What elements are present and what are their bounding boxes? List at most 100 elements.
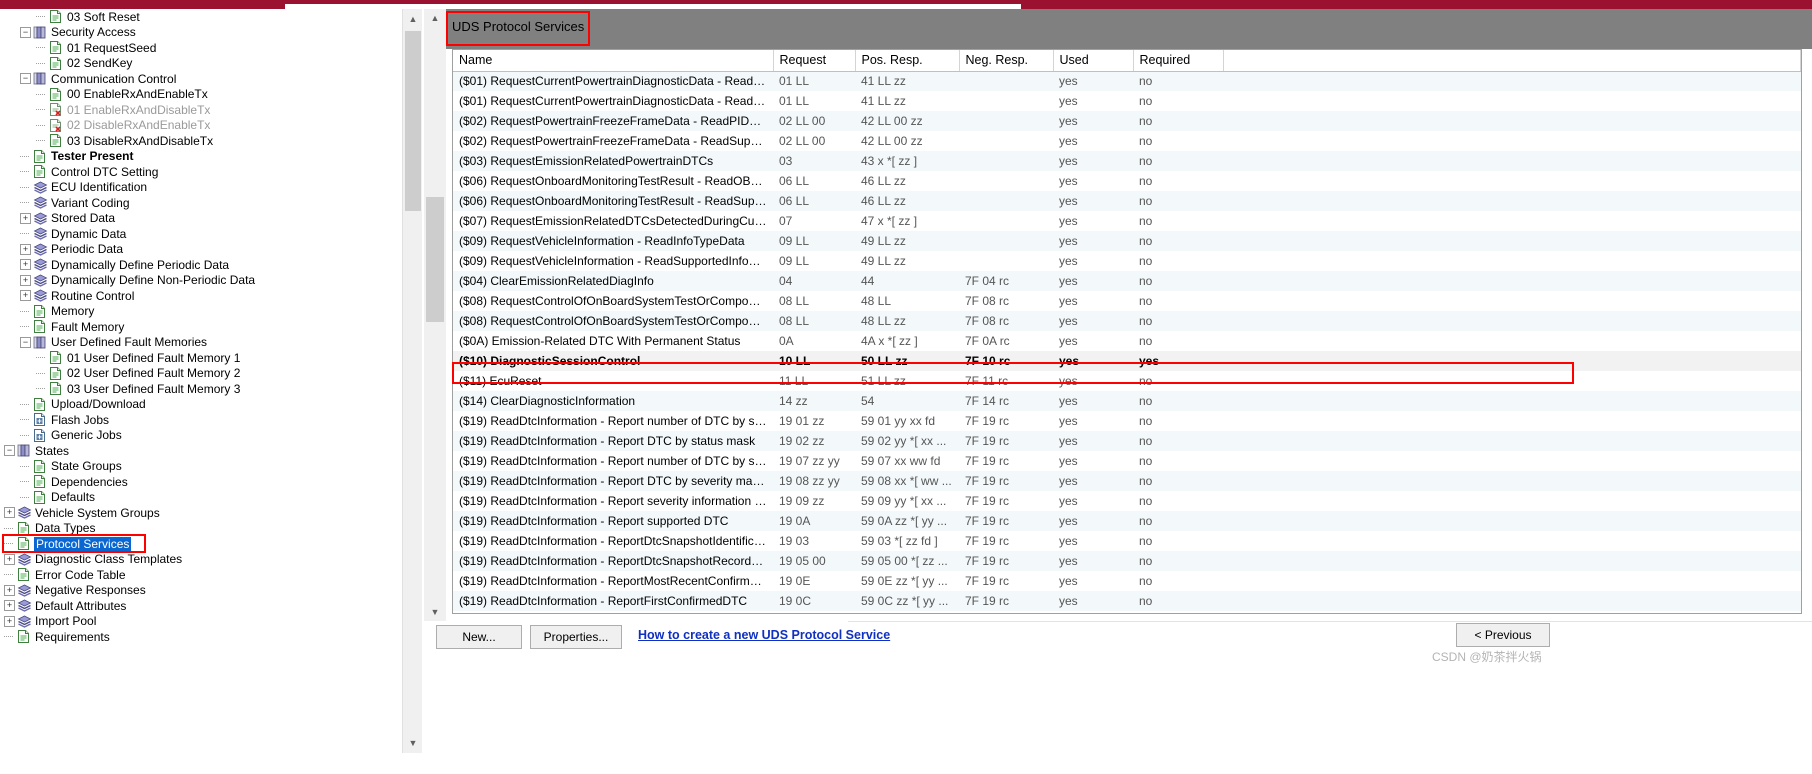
column-header-required[interactable]: Required [1133,50,1224,72]
expand-icon[interactable]: + [4,615,15,627]
table-row[interactable]: ($10) DiagnosticSessionControl 10 LL 50 LL… [453,351,1801,371]
table-row[interactable]: ($11) EcuReset 11 LL 51 LL zz 7F 11 rc yes no [453,371,1801,391]
table-row[interactable]: ($19) ReadDtcInformation - Report DTC by… [453,431,1801,451]
tree-item-periodic-data[interactable]: + Periodic Data [0,242,402,258]
table-row[interactable]: ($19) ReadDtcInformation - ReportDtcSnap… [453,531,1801,551]
column-header-request[interactable]: Request [773,50,856,72]
expand-icon[interactable]: + [4,507,15,519]
tree-item-flash-jobs[interactable]: Flash Jobs [0,412,402,428]
tree-item-data-types[interactable]: Data Types [0,521,402,537]
expand-icon[interactable]: + [20,290,31,302]
table-row[interactable]: ($02) RequestPowertrainFreezeFrameData -… [453,111,1801,131]
expand-icon[interactable]: + [4,553,15,565]
table-row[interactable]: ($19) ReadDtcInformation - Report DTC by… [453,471,1801,491]
project-tree[interactable]: 03 Soft Reset − Security Access 01 RequestS… [0,9,402,753]
collapse-icon[interactable]: − [4,445,15,457]
column-header-name[interactable]: Name [453,50,774,72]
table-row[interactable]: ($07) RequestEmissionRelatedDTCsDetected… [453,211,1801,231]
how-to-link[interactable]: How to create a new UDS Protocol Service [638,628,890,642]
table-row[interactable]: ($14) ClearDiagnosticInformation 14 zz 54 7… [453,391,1801,411]
tree-item-ecu-identification[interactable]: ECU Identification [0,180,402,196]
tree-item-00-enablerxandenabletx[interactable]: 00 EnableRxAndEnableTx [0,87,402,103]
tree-vertical-scrollbar[interactable]: ▲ ▼ [402,9,423,753]
tree-item-defaults[interactable]: Defaults [0,490,402,506]
tree-item-01-requestseed[interactable]: 01 RequestSeed [0,40,402,56]
table-row[interactable]: ($06) RequestOnboardMonitoringTestResult… [453,191,1801,211]
tree-item-02-sendkey[interactable]: 02 SendKey [0,56,402,72]
tree-item-error-code-table[interactable]: Error Code Table [0,567,402,583]
table-row[interactable]: ($19) ReadDtcInformation - ReportDTCFaul… [453,611,1801,613]
new-button[interactable]: New... [436,625,522,649]
tree-item-03-user-defined-fault-memory-3[interactable]: 03 User Defined Fault Memory 3 [0,381,402,397]
table-row[interactable]: ($04) ClearEmissionRelatedDiagInfo 04 44 7F… [453,271,1801,291]
tree-item-01-user-defined-fault-memory-1[interactable]: 01 User Defined Fault Memory 1 [0,350,402,366]
table-row[interactable]: ($19) ReadDtcInformation - ReportDtcSnap… [453,551,1801,571]
table-row[interactable]: ($19) ReadDtcInformation - Report number… [453,411,1801,431]
column-header-pos-resp[interactable]: Pos. Resp. [855,50,960,72]
tree-item-dynamically-define-periodic-data[interactable]: + Dynamically Define Periodic Data [0,257,402,273]
tree-item-default-attributes[interactable]: + Default Attributes [0,598,402,614]
tree-item-dynamic-data[interactable]: Dynamic Data [0,226,402,242]
table-row[interactable]: ($06) RequestOnboardMonitoringTestResult… [453,171,1801,191]
column-header-neg-resp[interactable]: Neg. Resp. [959,50,1054,72]
tree-item-state-groups[interactable]: State Groups [0,459,402,475]
table-row[interactable]: ($02) RequestPowertrainFreezeFrameData -… [453,131,1801,151]
tree-item-requirements[interactable]: Requirements [0,629,402,645]
tree-item-import-pool[interactable]: + Import Pool [0,614,402,630]
expand-icon[interactable]: + [4,600,15,612]
table-row[interactable]: ($08) RequestControlOfOnBoardSystemTestO… [453,291,1801,311]
expand-icon[interactable]: + [20,243,31,255]
panel-scroll-down-icon[interactable]: ▼ [424,603,446,621]
table-row[interactable]: ($03) RequestEmissionRelatedPowertrainDT… [453,151,1801,171]
expand-icon[interactable]: + [20,274,31,286]
table-row[interactable]: ($09) RequestVehicleInformation - ReadSu… [453,251,1801,271]
panel-vertical-scrollbar[interactable]: ▲ ▼ [424,9,446,621]
tree-item-diagnostic-class-templates[interactable]: + Diagnostic Class Templates [0,552,402,568]
table-row[interactable]: ($19) ReadDtcInformation - ReportFirstCo… [453,591,1801,611]
table-row[interactable]: ($08) RequestControlOfOnBoardSystemTestO… [453,311,1801,331]
table-row[interactable]: ($19) ReadDtcInformation - Report number… [453,451,1801,471]
services-grid[interactable]: Name Request Pos. Resp. Neg. Resp. Used … [452,49,1802,614]
tree-item-generic-jobs[interactable]: Generic Jobs [0,428,402,444]
tree-item-02-user-defined-fault-memory-2[interactable]: 02 User Defined Fault Memory 2 [0,366,402,382]
previous-button[interactable]: < Previous [1456,623,1550,647]
tree-item-variant-coding[interactable]: Variant Coding [0,195,402,211]
table-row[interactable]: ($19) ReadDtcInformation - ReportMostRec… [453,571,1801,591]
tree-item-communication-control[interactable]: − Communication Control [0,71,402,87]
tree-item-03-disablerxanddisabletx[interactable]: 03 DisableRxAndDisableTx [0,133,402,149]
column-header-used[interactable]: Used [1053,50,1134,72]
tree-item-03-soft-reset[interactable]: 03 Soft Reset [0,9,402,25]
table-row[interactable]: ($09) RequestVehicleInformation - ReadIn… [453,231,1801,251]
panel-scroll-up-icon[interactable]: ▲ [424,9,446,27]
expand-icon[interactable]: + [20,212,31,224]
scroll-down-icon[interactable]: ▼ [403,733,423,753]
expand-icon[interactable]: + [20,259,31,271]
collapse-icon[interactable]: − [20,26,31,38]
tree-item-vehicle-system-groups[interactable]: + Vehicle System Groups [0,505,402,521]
tree-item-security-access[interactable]: − Security Access [0,25,402,41]
properties-button[interactable]: Properties... [530,625,622,649]
scroll-up-icon[interactable]: ▲ [403,9,423,29]
table-row[interactable]: ($19) ReadDtcInformation - Report severi… [453,491,1801,511]
tree-item-memory[interactable]: Memory [0,304,402,320]
tree-item-01-enablerxanddisabletx[interactable]: 01 EnableRxAndDisableTx [0,102,402,118]
expand-icon[interactable]: + [4,584,15,596]
tree-item-02-disablerxandenabletx[interactable]: 02 DisableRxAndEnableTx [0,118,402,134]
tree-item-states[interactable]: − States [0,443,402,459]
tree-item-routine-control[interactable]: + Routine Control [0,288,402,304]
table-row[interactable]: ($19) ReadDtcInformation - Report suppor… [453,511,1801,531]
scroll-thumb[interactable] [405,31,421,211]
tree-item-dynamically-define-non-periodic-data[interactable]: + Dynamically Define Non-Periodic Data [0,273,402,289]
tree-item-stored-data[interactable]: + Stored Data [0,211,402,227]
tree-item-dependencies[interactable]: Dependencies [0,474,402,490]
table-row[interactable]: ($01) RequestCurrentPowertrainDiagnostic… [453,91,1801,111]
tree-item-negative-responses[interactable]: + Negative Responses [0,583,402,599]
tree-item-upload-download[interactable]: Upload/Download [0,397,402,413]
table-row[interactable]: ($01) RequestCurrentPowertrainDiagnostic… [453,71,1801,91]
tree-item-fault-memory[interactable]: Fault Memory [0,319,402,335]
panel-scroll-thumb[interactable] [426,197,444,322]
tree-item-control-dtc-setting[interactable]: Control DTC Setting [0,164,402,180]
collapse-icon[interactable]: − [20,73,31,85]
tree-item-protocol-services[interactable]: Protocol Services [0,536,402,552]
tree-item-user-defined-fault-memories[interactable]: − User Defined Fault Memories [0,335,402,351]
